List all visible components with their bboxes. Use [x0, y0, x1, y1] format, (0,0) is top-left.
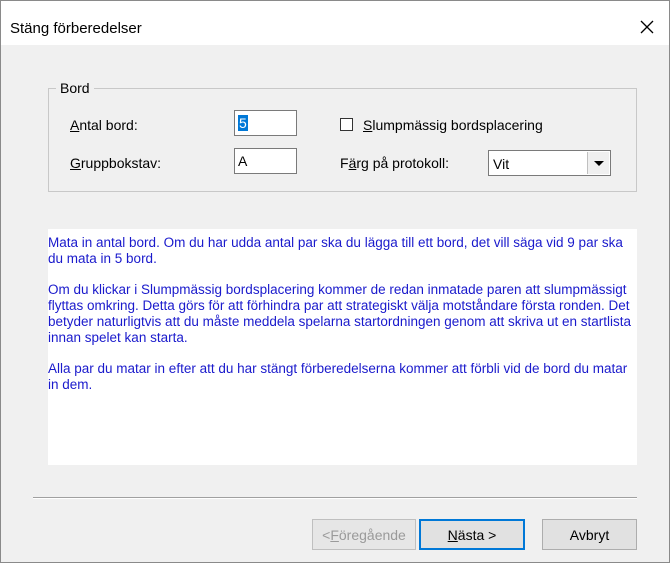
cancel-button[interactable]: Avbryt [542, 519, 637, 550]
next-button[interactable]: Nästa > [419, 519, 525, 550]
previous-button[interactable]: < Föregående [312, 519, 416, 550]
close-icon [640, 20, 654, 34]
gruppbokstav-value: A [238, 153, 248, 169]
dialog-window: Stäng förberedelser Bord Antal bord: 5 S… [0, 0, 670, 563]
farg-select-value: Vit [493, 156, 510, 172]
info-paragraph-2: Om du klickar i Slumpmässig bordsplaceri… [48, 282, 632, 345]
farg-select[interactable]: Vit [488, 150, 611, 176]
antal-bord-label: Antal bord: [70, 117, 138, 133]
antal-bord-input[interactable]: 5 [234, 110, 297, 136]
gruppbokstav-input[interactable]: A [234, 148, 297, 174]
divider [33, 497, 637, 499]
antal-bord-value: 5 [238, 115, 248, 131]
close-button[interactable] [625, 9, 669, 45]
slumpmassig-checkbox[interactable] [340, 118, 353, 131]
window-title: Stäng förberedelser [10, 20, 142, 37]
info-paragraph-3: Alla par du matar in efter att du har st… [48, 361, 628, 392]
farg-label: Färg på protokoll: [340, 155, 449, 171]
title-bar: Stäng förberedelser [1, 1, 669, 45]
info-paragraph-1: Mata in antal bord. Om du har udda antal… [48, 235, 623, 266]
chevron-down-icon[interactable] [587, 152, 609, 174]
slumpmassig-label[interactable]: Slumpmässig bordsplacering [363, 117, 543, 133]
bord-group-legend: Bord [56, 80, 94, 96]
bord-groupbox [48, 88, 637, 192]
gruppbokstav-label: Gruppbokstav: [70, 155, 162, 171]
info-panel: Mata in antal bord. Om du har udda antal… [48, 229, 637, 465]
